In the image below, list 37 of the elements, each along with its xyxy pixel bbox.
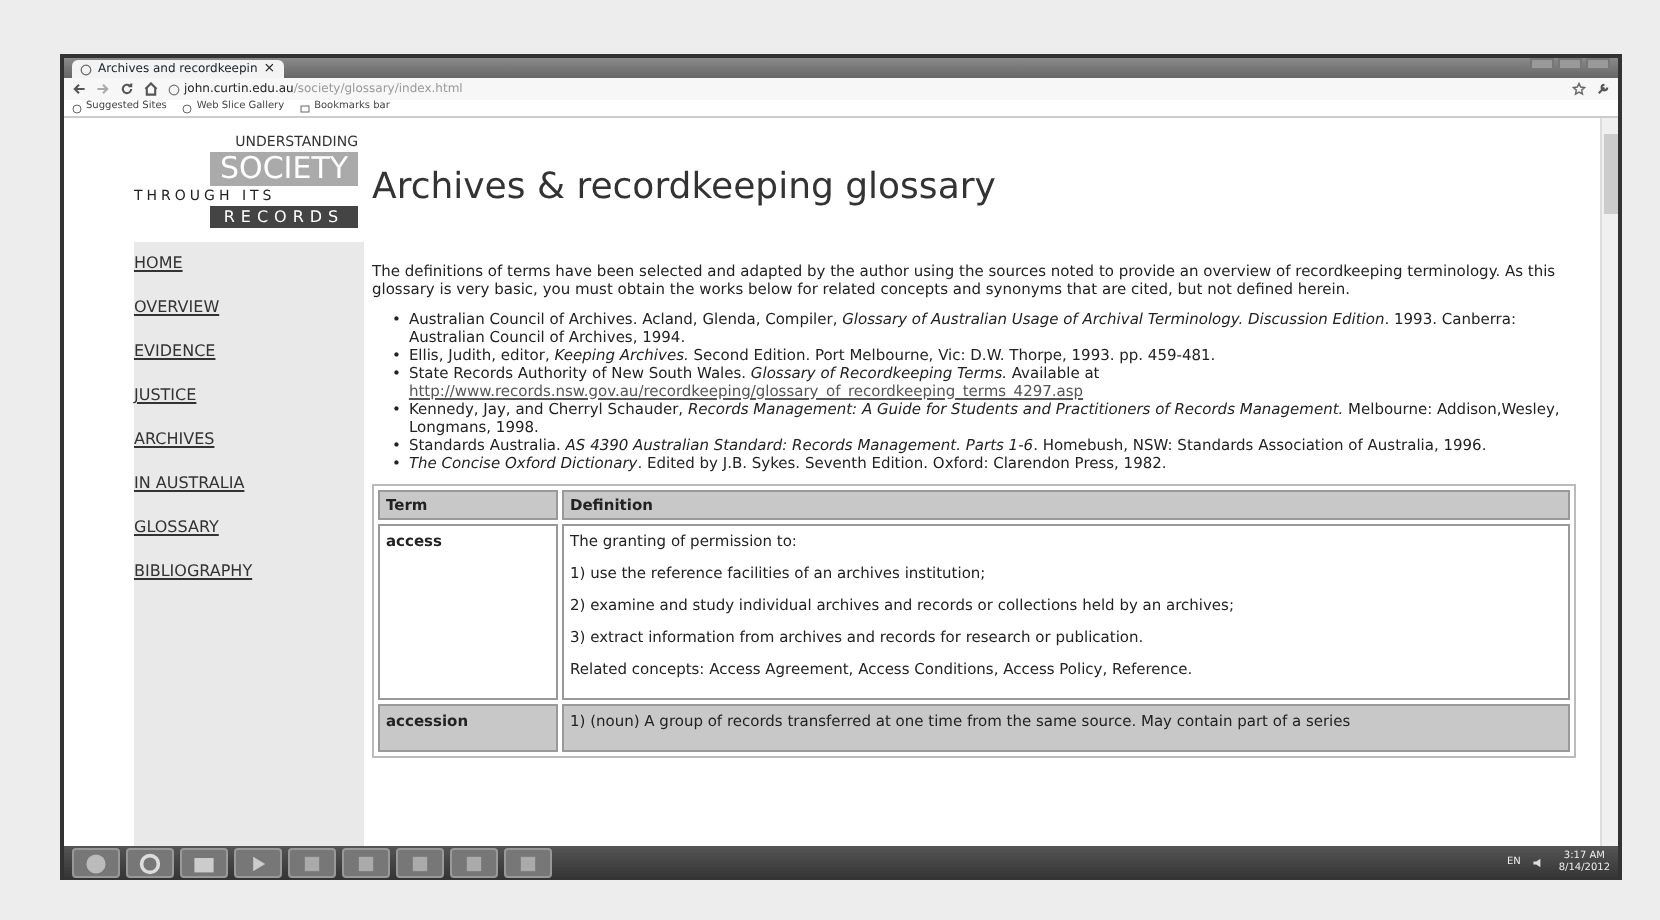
sidebar-link[interactable]: OVERVIEW — [134, 296, 364, 320]
close-button[interactable] — [1586, 58, 1610, 70]
sidebar-link[interactable]: HOME — [134, 252, 364, 276]
logo-text: RECORDS — [210, 206, 358, 228]
home-icon — [144, 82, 158, 96]
taskbar-button[interactable] — [234, 848, 282, 878]
sidebar-link[interactable]: BIBLIOGRAPHY — [134, 560, 364, 584]
folder-icon — [300, 103, 311, 113]
start-icon — [84, 851, 108, 875]
sidebar-link[interactable]: ARCHIVES — [134, 428, 364, 452]
sidebar-link[interactable]: IN AUSTRALIA — [134, 472, 364, 496]
sidebar-link[interactable]: GLOSSARY — [134, 516, 364, 540]
taskbar-button[interactable] — [126, 848, 174, 878]
globe-icon — [72, 103, 82, 113]
globe-icon — [80, 63, 92, 75]
taskbar-button[interactable] — [72, 848, 120, 878]
star-icon — [1572, 82, 1586, 96]
minimize-button[interactable] — [1530, 58, 1554, 70]
page-title: Archives & recordkeeping glossary — [372, 166, 998, 210]
maximize-button[interactable] — [1558, 58, 1582, 70]
globe-icon — [182, 103, 193, 113]
sidebar-link[interactable]: EVIDENCE — [134, 340, 364, 364]
page-icon — [168, 83, 180, 95]
taskbar-button[interactable] — [180, 848, 228, 878]
logo-text: SOCIETY — [210, 152, 358, 186]
scrollbar[interactable] — [1600, 118, 1618, 846]
taskbar-button[interactable] — [504, 848, 552, 878]
taskbar-button[interactable] — [450, 848, 498, 878]
wrench-icon — [1596, 82, 1610, 96]
taskbar-button[interactable] — [288, 848, 336, 878]
taskbar-button[interactable] — [396, 848, 444, 878]
sidebar-link[interactable]: JUSTICE — [134, 384, 364, 408]
forward-icon — [96, 82, 110, 96]
browser-icon — [138, 851, 162, 875]
back-icon — [72, 82, 86, 96]
reload-icon — [120, 82, 134, 96]
taskbar-button[interactable] — [342, 848, 390, 878]
